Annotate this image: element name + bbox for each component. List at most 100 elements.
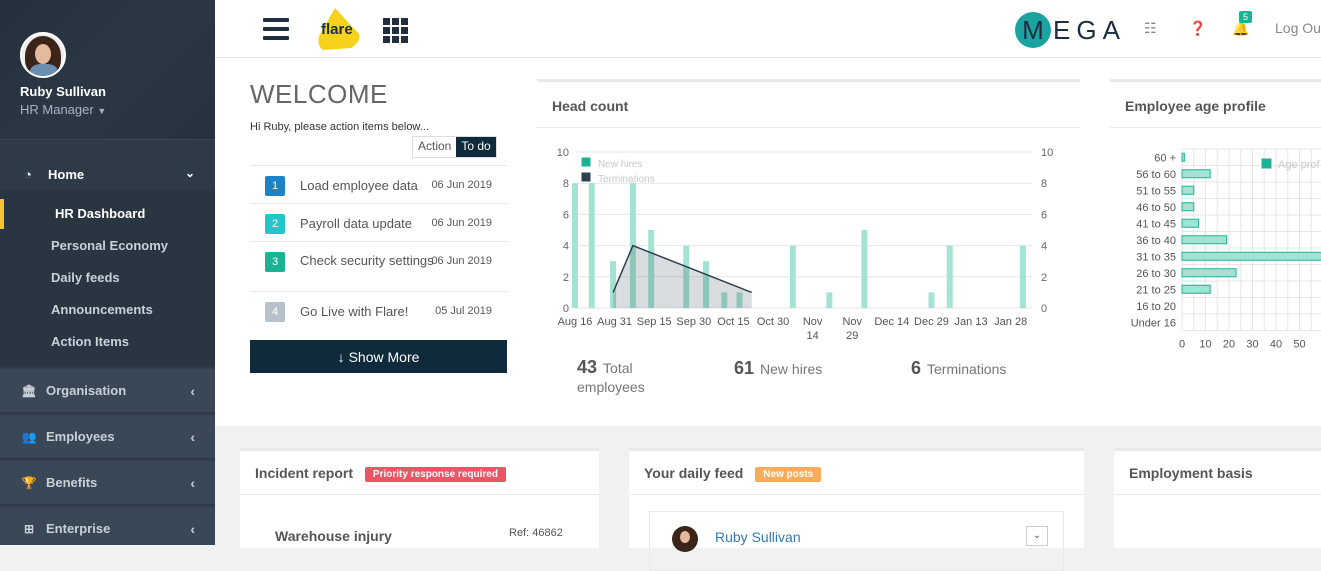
age-profile-title: Employee age profile bbox=[1125, 98, 1266, 114]
welcome-subtitle: Hi Ruby, please action items below... bbox=[250, 121, 429, 133]
x-tick-label: 20 bbox=[1223, 339, 1235, 351]
x-tick-label: Nov bbox=[803, 316, 823, 328]
age-bar bbox=[1181, 218, 1199, 228]
x-tick-label: 0 bbox=[1179, 339, 1185, 351]
task-item[interactable]: 3 Check security settings 06 Jun 2019 bbox=[250, 241, 507, 291]
nav-home[interactable]: ◔ Home ⌄ bbox=[0, 158, 215, 190]
task-label: Check security settings bbox=[300, 253, 434, 268]
flare-logo[interactable]: flare bbox=[315, 6, 363, 52]
employment-basis-title: Employment basis bbox=[1129, 465, 1253, 481]
headcount-panel-header: Head count bbox=[537, 79, 1080, 128]
incident-item-title[interactable]: Warehouse injury bbox=[275, 528, 392, 544]
feed-post: Ruby Sullivan ⌄ bbox=[649, 511, 1064, 571]
nav-employees[interactable]: 👥 Employees ‹ bbox=[0, 414, 215, 458]
legend-swatch-new-hires bbox=[580, 156, 592, 168]
incident-ref: Ref: 46862 bbox=[509, 527, 563, 539]
new-posts-badge: New posts bbox=[755, 466, 822, 482]
chevron-left-icon: ‹ bbox=[190, 428, 195, 445]
task-label: Go Live with Flare! bbox=[300, 304, 409, 319]
chevron-down-icon: ⌄ bbox=[1032, 530, 1042, 541]
age-bar bbox=[1181, 169, 1211, 179]
headcount-chart: 0 0 2 2 4 4 6 6 8 8 10 10 Aug 16 Aug 31 Sep 15 Sep 30 Oc… bbox=[557, 147, 1054, 342]
trophy-icon: 🏆 bbox=[21, 475, 37, 490]
stat-new-hires: 61 New hires bbox=[734, 358, 822, 379]
y2-tick-label: 0 bbox=[1041, 303, 1047, 315]
legend-label-new-hires: New hires bbox=[598, 159, 642, 170]
legend-swatch-age bbox=[1260, 157, 1273, 170]
chevron-left-icon: ‹ bbox=[190, 382, 195, 399]
bar-new-hires bbox=[861, 230, 868, 308]
task-number-badge: 2 bbox=[265, 214, 285, 234]
mega-logo-text: EGA bbox=[1053, 14, 1126, 45]
tab-todo[interactable]: To do bbox=[456, 137, 496, 157]
subnav-personal-economy[interactable]: Personal Economy bbox=[0, 229, 215, 261]
subnav-daily-feeds[interactable]: Daily feeds bbox=[0, 261, 215, 293]
y2-tick-label: 4 bbox=[1041, 241, 1047, 253]
nav-enterprise[interactable]: ⊞ Enterprise ‹ bbox=[0, 506, 215, 545]
age-bar bbox=[1181, 152, 1185, 162]
task-item[interactable]: 2 Payroll data update 06 Jun 2019 bbox=[250, 203, 507, 241]
y-tick-label: 41 to 45 bbox=[1136, 218, 1176, 230]
y-tick-label: 26 to 30 bbox=[1136, 268, 1176, 280]
task-label: Payroll data update bbox=[300, 216, 413, 231]
y-tick-label: 16 to 20 bbox=[1136, 301, 1176, 313]
nav-organisation[interactable]: 🏛 Organisation ‹ bbox=[0, 368, 215, 412]
subnav-announcements[interactable]: Announcements bbox=[0, 293, 215, 325]
nav-benefits[interactable]: 🏆 Benefits ‹ bbox=[0, 460, 215, 504]
nav-employees-label: Employees bbox=[46, 429, 115, 444]
dashboard-gauge-icon: ◔ bbox=[24, 166, 32, 182]
logout-link[interactable]: Log Ou bbox=[1275, 20, 1321, 36]
bar-new-hires bbox=[572, 183, 578, 308]
daily-feed-title: Your daily feed bbox=[644, 465, 744, 481]
hamburger-menu-icon[interactable] bbox=[263, 18, 289, 40]
x-tick-label: Aug 31 bbox=[597, 316, 632, 328]
x-tick-label: Oct 30 bbox=[757, 316, 789, 328]
notification-count-badge: 5 bbox=[1239, 11, 1253, 23]
task-item[interactable]: 4 Go Live with Flare! 05 Jul 2019 bbox=[250, 291, 507, 329]
x-tick-label: 40 bbox=[1270, 339, 1282, 351]
age-bar bbox=[1181, 235, 1228, 245]
sitemap-icon: ⊞ bbox=[23, 521, 35, 536]
list-icon[interactable]: ☷ bbox=[1144, 20, 1157, 37]
bar-new-hires bbox=[928, 292, 935, 308]
y-tick-label: 10 bbox=[557, 147, 569, 159]
stat-label: New hires bbox=[760, 361, 823, 377]
legend-label-age: Age prof bbox=[1278, 159, 1321, 171]
y-tick-label: 46 to 50 bbox=[1136, 202, 1176, 214]
task-number-badge: 1 bbox=[265, 176, 285, 196]
action-todo-toggle: Action To do bbox=[412, 136, 497, 158]
y-tick-label: 21 to 25 bbox=[1136, 284, 1176, 296]
x-tick-label: Dec 14 bbox=[874, 316, 909, 328]
feed-author-avatar[interactable] bbox=[672, 526, 698, 552]
y-tick-label: 60 + bbox=[1154, 152, 1176, 164]
age-bar bbox=[1181, 251, 1321, 261]
incident-report-header: Incident report Priority response requir… bbox=[240, 451, 599, 495]
bar-new-hires bbox=[946, 245, 953, 308]
flare-logo-text: flare bbox=[321, 21, 353, 38]
post-options-dropdown[interactable]: ⌄ bbox=[1026, 526, 1048, 546]
y-tick-label: 36 to 40 bbox=[1136, 235, 1176, 247]
x-tick-label: Oct 15 bbox=[717, 316, 749, 328]
x-tick-label: Sep 15 bbox=[637, 316, 672, 328]
topbar: flare M EGA ☷ ❓ 🔔 5 Log Ou bbox=[215, 0, 1321, 58]
help-circle-icon[interactable]: ❓ bbox=[1189, 20, 1206, 37]
task-item[interactable]: 1 Load employee data 06 Jun 2019 bbox=[250, 165, 507, 203]
y-tick-label: 4 bbox=[563, 241, 569, 253]
incident-report-title: Incident report bbox=[255, 465, 354, 481]
tab-action[interactable]: Action bbox=[413, 137, 456, 157]
chevron-down-icon: ⌄ bbox=[184, 166, 195, 180]
bar-new-hires bbox=[826, 292, 833, 308]
profile-panel: Ruby Sullivan HR Manager ▼ bbox=[0, 0, 215, 140]
app-grid-icon[interactable] bbox=[383, 18, 409, 43]
show-more-label: Show More bbox=[348, 348, 420, 365]
age-bar bbox=[1181, 185, 1195, 195]
avatar[interactable] bbox=[20, 32, 66, 78]
profile-role-dropdown[interactable]: HR Manager ▼ bbox=[20, 102, 106, 117]
y-tick-label: 6 bbox=[563, 209, 569, 221]
y-tick-label: 2 bbox=[563, 272, 569, 284]
subnav-hr-dashboard[interactable]: HR Dashboard bbox=[0, 197, 215, 229]
caret-down-icon: ▼ bbox=[97, 106, 107, 116]
subnav-action-items[interactable]: Action Items bbox=[0, 325, 215, 357]
feed-author-link[interactable]: Ruby Sullivan bbox=[715, 529, 801, 545]
show-more-button[interactable]: ↓ Show More bbox=[250, 340, 507, 373]
